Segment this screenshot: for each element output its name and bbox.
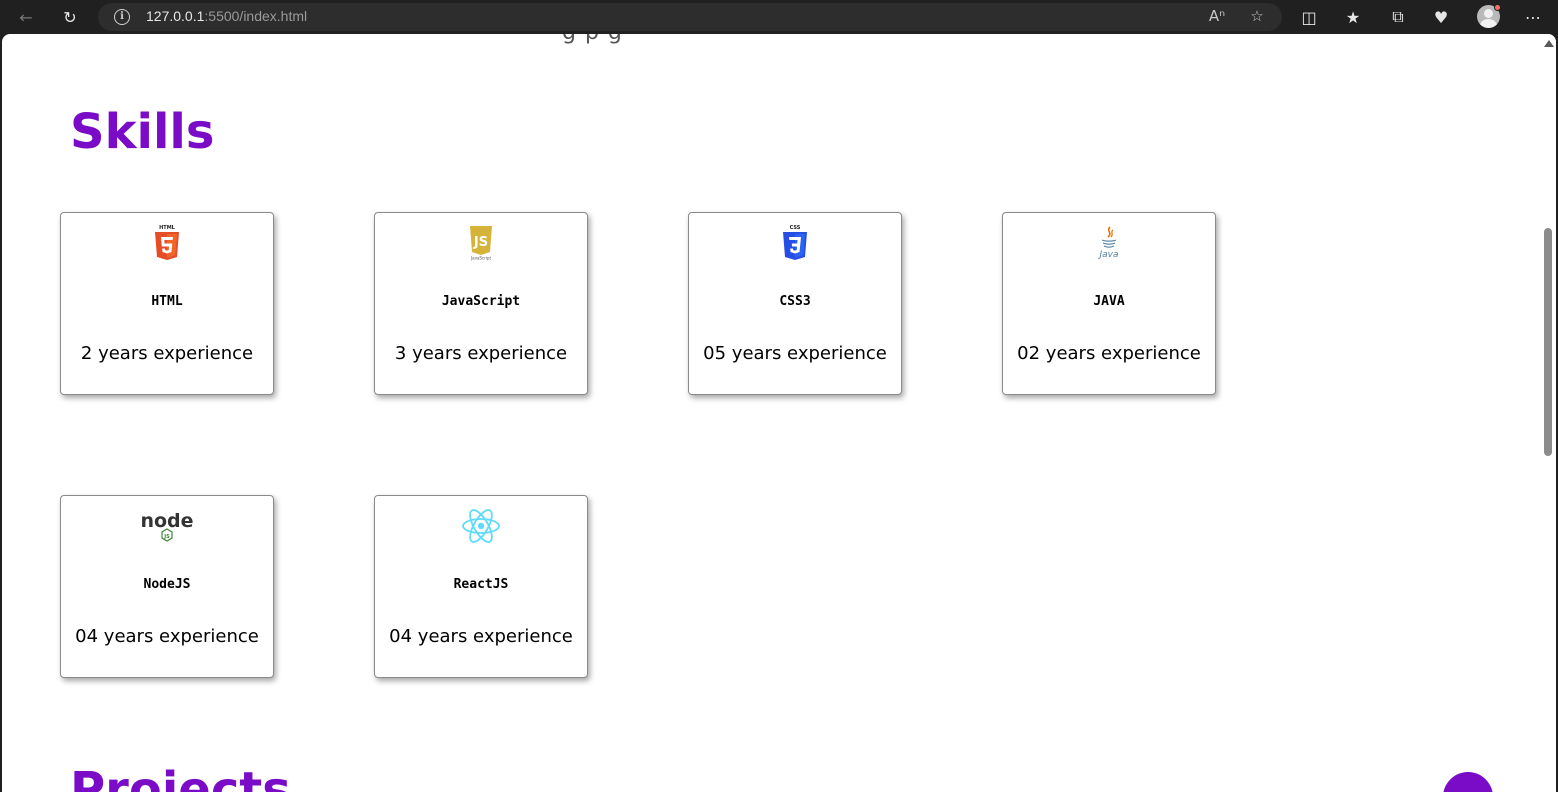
collections-icon[interactable]: ⧉: [1385, 4, 1411, 30]
svg-text:JS: JS: [473, 235, 488, 250]
skill-experience: 05 years experience: [703, 343, 887, 364]
favorite-star-icon[interactable]: ☆: [1246, 7, 1268, 27]
skill-experience: 04 years experience: [75, 626, 259, 647]
svg-text:Java: Java: [1097, 250, 1118, 260]
svg-text:HTML: HTML: [159, 225, 176, 231]
skill-name: CSS3: [779, 294, 811, 309]
skill-card-html: HTML HTML 2 years experience: [60, 212, 274, 395]
address-bar[interactable]: i 127.0.0.1:5500/index.html Aⁿ ☆: [98, 3, 1282, 31]
page-viewport: g p g Skills HTML HTML 2 years experienc…: [2, 34, 1556, 792]
skill-card-css3: CSS CSS3 05 years experience: [688, 212, 902, 395]
projects-title: Projects: [70, 762, 291, 792]
skill-experience: 04 years experience: [389, 626, 573, 647]
skill-name: HTML: [151, 294, 183, 309]
site-info-icon[interactable]: i: [114, 9, 130, 25]
split-screen-icon[interactable]: ◫: [1296, 4, 1322, 30]
cut-off-heading: g p g: [562, 34, 623, 45]
scrollbar-thumb[interactable]: [1544, 228, 1552, 456]
skill-experience: 2 years experience: [80, 343, 254, 364]
scroll-up-arrow-icon[interactable]: [1544, 40, 1554, 47]
skill-experience: 3 years experience: [394, 343, 568, 364]
notification-dot: [1494, 4, 1501, 11]
skill-name: ReactJS: [453, 577, 509, 592]
back-arrow-icon[interactable]: ←: [13, 4, 39, 30]
skill-card-nodejs: node JS NodeJS 04 years experience: [60, 495, 274, 678]
react-logo-icon: [375, 506, 587, 546]
svg-text:JavaScript: JavaScript: [470, 256, 491, 261]
browser-essentials-icon[interactable]: ♥: [1428, 4, 1454, 30]
skill-card-reactjs: ReactJS 04 years experience: [374, 495, 588, 678]
html5-logo-icon: HTML: [61, 223, 273, 263]
reload-icon[interactable]: ↻: [57, 4, 83, 30]
skill-name: JAVA: [1093, 294, 1125, 309]
skill-card-javascript: JS JavaScript JavaScript 3 years experie…: [374, 212, 588, 395]
more-menu-icon[interactable]: ⋯: [1520, 4, 1546, 30]
skills-title: Skills: [70, 104, 215, 160]
browser-toolbar: ← ↻ i 127.0.0.1:5500/index.html Aⁿ ☆ ◫ ★…: [0, 0, 1558, 34]
skill-experience: 02 years experience: [1017, 343, 1201, 364]
url-text[interactable]: 127.0.0.1:5500/index.html: [146, 8, 307, 24]
floating-action-button[interactable]: [1443, 772, 1493, 792]
skill-name: NodeJS: [143, 577, 191, 592]
skill-name: JavaScript: [441, 294, 521, 309]
nodejs-logo-icon: node JS: [61, 506, 273, 546]
javascript-logo-icon: JS JavaScript: [375, 223, 587, 263]
css3-logo-icon: CSS: [689, 223, 901, 263]
skill-card-java: Java JAVA 02 years experience: [1002, 212, 1216, 395]
svg-text:JS: JS: [163, 534, 170, 540]
vertical-scrollbar[interactable]: [1541, 34, 1556, 792]
svg-text:CSS: CSS: [790, 225, 801, 231]
favorites-icon[interactable]: ★: [1340, 4, 1366, 30]
java-logo-icon: Java: [1003, 223, 1215, 263]
read-aloud-icon[interactable]: Aⁿ: [1206, 7, 1228, 27]
